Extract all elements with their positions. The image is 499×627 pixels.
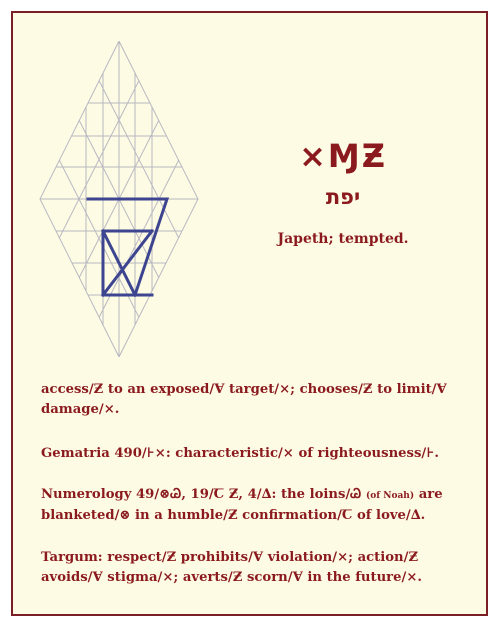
hebrew-word: יפת	[325, 185, 361, 209]
glyph-diamond-diagram	[39, 41, 199, 357]
glyph-word: ⨯ⱮƵ	[299, 137, 387, 175]
targum-paragraph: Targum: respect/Ƶ prohibits/Ɐ violation/…	[41, 550, 422, 585]
gematria-paragraph: Gematria 490/⊦⨯: characteristic/⨯ of rig…	[41, 446, 439, 461]
card: ⨯ⱮƵ יפת Japeth; tempted. access/Ƶ to an …	[11, 11, 488, 616]
definition-paragraph: access/Ƶ to an exposed/Ɐ target/⨯; choos…	[41, 382, 447, 417]
numerology-note: (of Noah)	[365, 491, 415, 501]
word-meaning: Japeth; tempted.	[277, 231, 409, 247]
numerology-paragraph: Numerology 49/⊗Ꮚ, 19/Ꞇ Ƶ, 4/∆: the loins…	[41, 485, 461, 526]
letter-strokes	[86, 197, 170, 298]
numerology-text-start: Numerology 49/⊗Ꮚ, 19/Ꞇ Ƶ, 4/∆: the loins…	[41, 487, 362, 502]
